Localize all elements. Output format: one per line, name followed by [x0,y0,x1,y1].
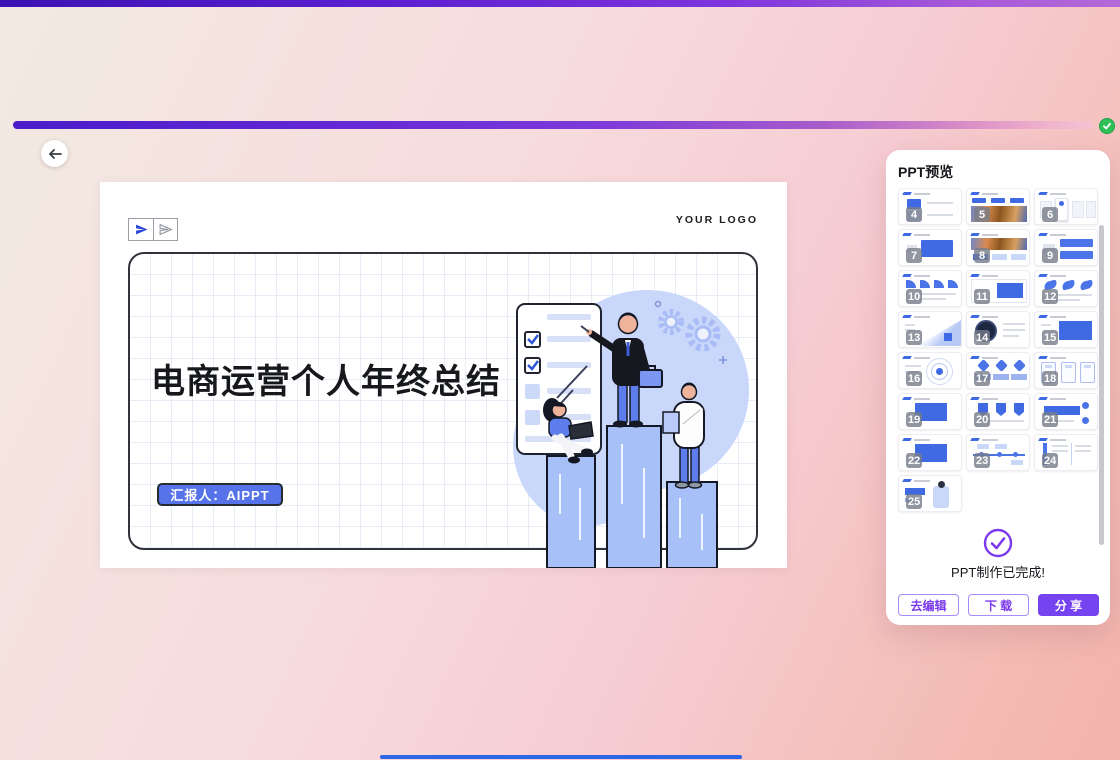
ppt-preview-panel: PPT预览 4 5 6 7 8 9 10 11 12 13 14 15 16 17 18 19 20 21 22 23… [886,150,1110,625]
panel-scrollbar[interactable] [1099,225,1104,545]
completion-status-text: PPT制作已完成! [886,562,1110,581]
thumbnail-number: 19 [906,412,922,427]
share-button[interactable]: 分 享 [1038,594,1099,616]
slide-thumbnail[interactable]: 4 [898,188,962,225]
slide-preview: YOUR LOGO 电商运营个人年终总结 汇报人：AIPPT [100,182,787,568]
thumbnail-number: 8 [974,248,990,263]
slide-thumbnail[interactable]: 13 [898,311,962,348]
slide-thumbnail[interactable]: 16 [898,352,962,389]
success-check-icon [983,528,1013,558]
thumbnail-number: 22 [906,453,922,468]
thumbnail-number: 23 [974,453,990,468]
slide-thumbnail[interactable]: 6 [1034,188,1098,225]
slide-thumbnail[interactable]: 7 [898,229,962,266]
slide-thumbnail[interactable]: 18 [1034,352,1098,389]
slide-thumbnail[interactable]: 24 [1034,434,1098,471]
bottom-accent-bar [380,755,742,759]
slide-thumbnail[interactable]: 15 [1034,311,1098,348]
slide-thumbnail[interactable]: 25 [898,475,962,512]
top-accent-bar [0,0,1120,7]
thumbnail-number: 12 [1042,289,1058,304]
thumbnail-number: 7 [906,248,922,263]
thumbnail-number: 17 [974,371,990,386]
edit-button[interactable]: 去编辑 [898,594,959,616]
slide-thumbnail[interactable]: 9 [1034,229,1098,266]
app-window: YOUR LOGO 电商运营个人年终总结 汇报人：AIPPT [0,0,1120,760]
slide-thumbnail[interactable]: 23 [966,434,1030,471]
check-icon [1102,121,1112,131]
slide-thumbnail[interactable]: 14 [966,311,1030,348]
thumbnail-grid: 4 5 6 7 8 9 10 11 12 13 14 15 16 17 18 19 20 21 22 23 24 25 [898,188,1098,512]
paper-plane-blue-icon[interactable] [129,219,153,240]
slide-thumbnail[interactable]: 11 [966,270,1030,307]
thumbnail-number: 25 [906,494,922,509]
slide-thumbnail[interactable]: 20 [966,393,1030,430]
thumbnail-number: 21 [1042,412,1058,427]
thumbnail-number: 18 [1042,371,1058,386]
slide-illustration [495,278,760,568]
plane-toolbar [128,218,178,241]
download-button[interactable]: 下 载 [968,594,1029,616]
thumbnail-number: 6 [1042,207,1058,222]
slide-thumbnail[interactable]: 8 [966,229,1030,266]
slide-thumbnail[interactable]: 21 [1034,393,1098,430]
thumbnail-number: 14 [974,330,990,345]
slide-thumbnail[interactable]: 10 [898,270,962,307]
back-button[interactable] [41,140,68,167]
action-buttons: 去编辑 下 载 分 享 [898,594,1099,616]
progress-complete-icon [1099,118,1115,134]
panel-title: PPT预览 [898,162,953,182]
slide-thumbnail[interactable]: 5 [966,188,1030,225]
thumbnail-number: 4 [906,207,922,222]
thumbnail-number: 9 [1042,248,1058,263]
slide-thumbnail[interactable]: 22 [898,434,962,471]
slide-title: 电商运营个人年终总结 [151,354,501,403]
presenter-badge: 汇报人：AIPPT [157,483,283,506]
thumbnail-number: 13 [906,330,922,345]
progress-bar [13,121,1093,129]
slide-logo-text: YOUR LOGO [676,214,758,226]
thumbnail-number: 10 [906,289,922,304]
slide-thumbnail[interactable]: 19 [898,393,962,430]
slide-thumbnail[interactable]: 12 [1034,270,1098,307]
arrow-left-icon [48,148,62,160]
paper-plane-gray-icon[interactable] [153,219,177,240]
thumbnail-number: 5 [974,207,990,222]
thumbnail-number: 11 [974,289,990,304]
thumbnail-number: 20 [974,412,990,427]
thumbnail-number: 24 [1042,453,1058,468]
slide-thumbnail[interactable]: 17 [966,352,1030,389]
thumbnail-number: 15 [1042,330,1058,345]
thumbnail-number: 16 [906,371,922,386]
